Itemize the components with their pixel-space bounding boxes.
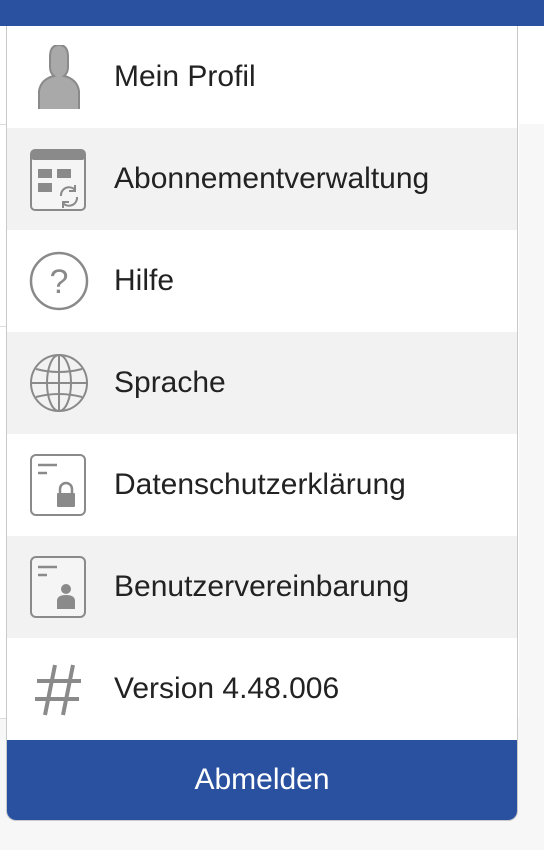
menu-item-privacy-policy[interactable]: Datenschutzerklärung [7,434,517,536]
menu-item-label: Mein Profil [114,60,256,93]
subscription-icon [27,147,91,211]
menu-item-version: Version 4.48.006 [7,638,517,740]
menu-item-my-profile[interactable]: Mein Profil [7,26,517,128]
menu-item-label: Sprache [114,366,226,399]
help-icon: ? [27,249,91,313]
globe-icon [27,351,91,415]
privacy-document-icon [27,453,91,517]
menu-item-language[interactable]: Sprache [7,332,517,434]
menu-item-user-agreement[interactable]: Benutzervereinbarung [7,536,517,638]
hash-icon [27,657,91,721]
page-header-bar [0,0,544,26]
user-menu-dropdown: Mein Profil Abonnementverwaltung ? Hilfe… [6,26,518,821]
version-label: Version 4.48.006 [114,672,340,705]
menu-item-label: Hilfe [114,264,175,297]
menu-item-label: Benutzervereinbarung [114,570,410,603]
logout-button[interactable]: Abmelden [7,740,517,820]
menu-item-subscription[interactable]: Abonnementverwaltung [7,128,517,230]
profile-icon [27,45,91,109]
menu-item-help[interactable]: ? Hilfe [7,230,517,332]
user-agreement-icon [27,555,91,619]
svg-text:?: ? [50,263,69,301]
menu-item-label: Datenschutzerklärung [114,468,406,501]
menu-item-label: Abonnementverwaltung [114,162,430,195]
